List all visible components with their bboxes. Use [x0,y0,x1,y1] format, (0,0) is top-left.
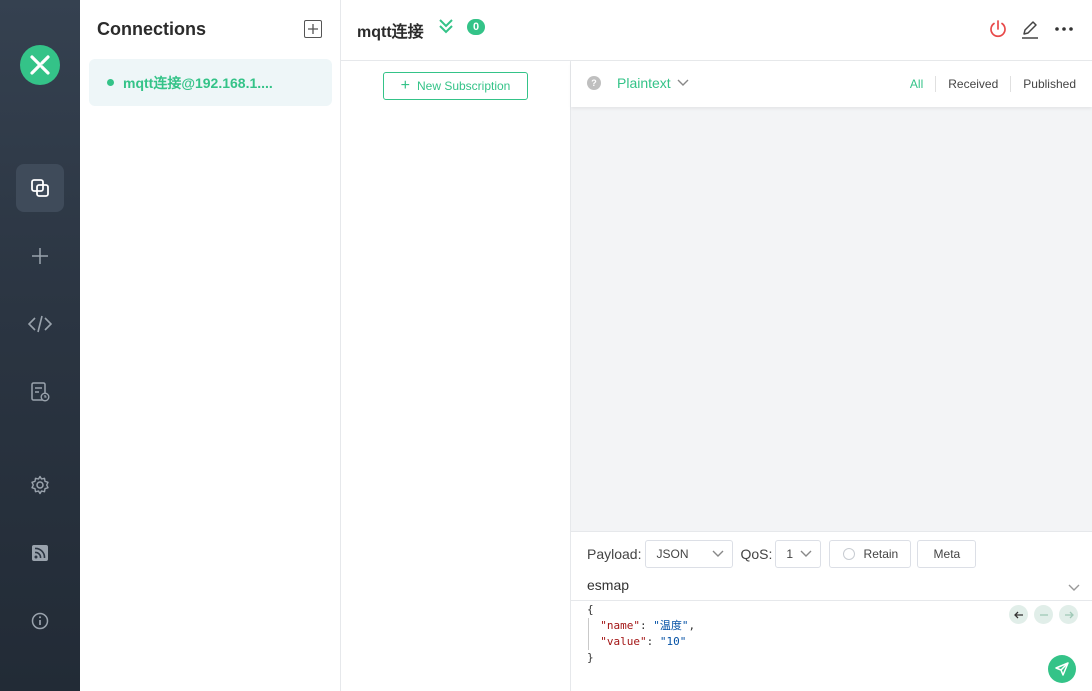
subscriptions-panel: + New Subscription [341,61,571,691]
message-format-value: Plaintext [617,75,671,91]
nav-about[interactable] [16,597,64,645]
connection-name: mqtt连接@192.168.1.... [123,74,273,91]
add-connection-button[interactable] [304,20,322,38]
chevron-down-icon [1068,584,1080,591]
payload-line: "value": "10" [600,635,687,648]
history-next-button[interactable] [1059,605,1078,624]
left-rail [0,0,80,691]
rss-icon [32,545,48,561]
plus-icon [308,24,318,34]
meta-button[interactable]: Meta [917,540,977,568]
retain-label: Retain [863,547,899,561]
nav-settings[interactable] [16,461,64,509]
chevron-down-icon [712,550,724,557]
collapse-toggle[interactable] [439,18,453,39]
meta-label: Meta [933,547,961,561]
connections-panel: Connections mqtt连接@192.168.1.... [80,0,341,691]
payload-label: Payload: [587,546,642,562]
message-filter: All Received Published [898,76,1076,92]
nav-subscriptions-feed[interactable] [16,529,64,577]
chevron-down-icon [677,79,689,86]
question-icon[interactable]: ? [587,76,601,90]
settings-icon [31,475,49,495]
topic-input[interactable] [587,573,1057,597]
send-icon [1055,662,1069,676]
send-button[interactable] [1048,655,1076,683]
payload-line: { [587,603,594,616]
double-chevron-down-icon [439,19,453,34]
edit-icon [1022,21,1038,39]
emqx-logo-icon [20,45,60,85]
edit-connection-button[interactable] [1020,19,1040,44]
nav-log[interactable] [16,368,64,416]
connections-title: Connections [97,19,207,39]
qos-label: QoS: [740,546,773,562]
log-icon [31,382,50,402]
qos-value: 1 [786,547,794,561]
chevron-down-icon [800,550,812,557]
info-icon [31,612,49,630]
publish-panel: Payload: JSON QoS: 1 Retain Meta esmap {… [571,531,1092,691]
arrow-right-icon [1064,611,1074,618]
connection-header: mqtt连接 0 [341,0,1092,61]
connection-item[interactable]: mqtt连接@192.168.1.... [89,59,332,106]
nav-new-connection[interactable] [16,232,64,280]
filter-received[interactable]: Received [935,76,1010,92]
minus-icon [1039,613,1048,616]
message-format-select[interactable]: Plaintext [617,75,689,91]
payload-line: "name": "温度", [600,619,696,632]
more-icon [1055,27,1073,31]
connections-icon [31,179,49,197]
payload-line: } [587,651,594,664]
message-list[interactable] [571,107,1092,531]
history-nav [1003,605,1078,624]
connection-status-dot [107,79,114,86]
disconnect-button[interactable] [988,19,1008,44]
disconnect-icon [990,20,1006,38]
history-prev-button[interactable] [1009,605,1028,624]
filter-published[interactable]: Published [1010,76,1076,92]
nav-script[interactable] [16,300,64,348]
new-subscription-label: New Subscription [416,79,511,93]
retain-radio [842,548,855,560]
new-subscription-button[interactable]: + New Subscription [383,72,528,100]
payload-editor[interactable]: { "name": "温度", "value": "10" } [587,602,695,666]
plus-icon: + [400,77,410,94]
topic-expand-toggle[interactable] [1068,579,1080,597]
connection-title: mqtt连接 [357,24,424,41]
payload-format-value: JSON [656,547,689,561]
nav-connections[interactable] [16,164,64,212]
topic-row [571,570,1092,601]
unread-count-badge: 0 [467,19,485,35]
arrow-left-icon [1013,611,1023,618]
filter-all[interactable]: All [898,76,935,92]
history-reset-button[interactable] [1034,605,1053,624]
publish-options-row: Payload: JSON QoS: 1 Retain Meta [587,540,977,568]
indent-guide [588,618,589,650]
qos-select[interactable]: 1 [775,540,822,568]
payload-format-select[interactable]: JSON [645,540,734,568]
more-options-button[interactable] [1054,19,1074,44]
message-toolbar: ? Plaintext All Received Published [571,61,1092,107]
script-icon [28,315,52,333]
add-icon [32,248,48,264]
retain-toggle[interactable]: Retain [829,540,912,568]
